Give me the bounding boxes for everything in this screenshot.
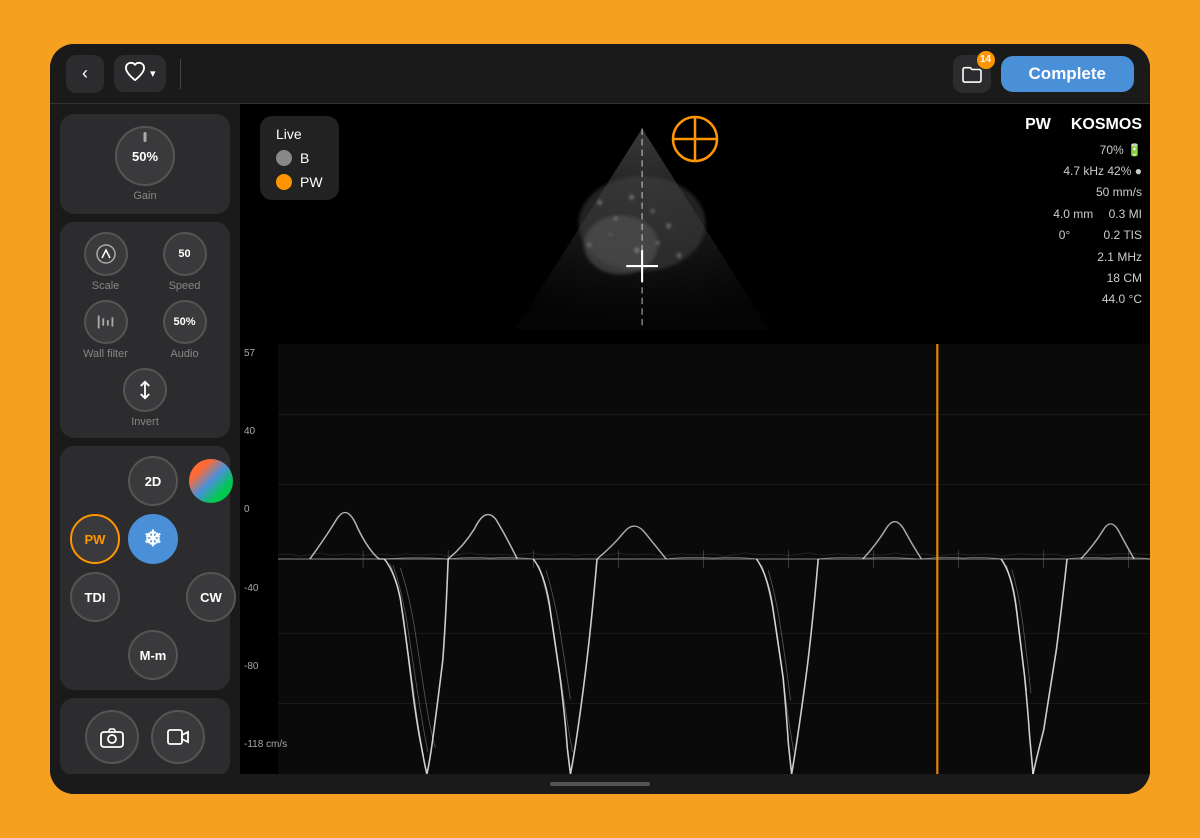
empty-slot2: [189, 517, 233, 561]
y-axis-0: 0: [244, 504, 287, 515]
freq2-value: 2.1: [1097, 250, 1114, 264]
mode-title: PW: [1025, 112, 1051, 138]
invert-label: Invert: [131, 416, 159, 428]
speed-label: Speed: [169, 280, 201, 292]
heart-icon: [124, 61, 146, 86]
invert-control: Invert: [70, 368, 220, 428]
b-radio-dot: [276, 150, 292, 166]
b-mode-label: B: [300, 150, 309, 166]
sidebar: 50% Gain Scale 50 Speed: [50, 104, 240, 774]
freq-value: 4.7: [1063, 164, 1080, 178]
tis-label: TIS: [1123, 228, 1142, 242]
y-axis-40: 40: [244, 426, 287, 437]
y-axis-57: 57: [244, 348, 287, 359]
speed-unit: mm/s: [1113, 185, 1142, 199]
thermal-icon: ●: [1135, 164, 1142, 178]
device-frame: ‹ ▾ 14 Complete 50% Gain: [50, 44, 1150, 794]
y-axis-neg80: -80: [244, 661, 287, 672]
back-button[interactable]: ‹: [66, 55, 104, 93]
wall-filter-label: Wall filter: [83, 348, 128, 360]
home-indicator: [550, 782, 650, 786]
temp-value: 44.0: [1102, 292, 1125, 306]
header: ‹ ▾ 14 Complete: [50, 44, 1150, 104]
device-title: KOSMOS: [1071, 112, 1142, 138]
empty-slot3: [131, 575, 175, 619]
folder-button[interactable]: 14: [953, 55, 991, 93]
mode-panel: 2D PW ❄ TDI CW M-m: [60, 446, 230, 690]
chevron-down-icon: ▾: [150, 67, 156, 80]
doppler-area: 57 40 0 -40 -80 -118 cm/s: [240, 344, 1150, 774]
gain-dial[interactable]: 50%: [115, 126, 175, 186]
gain-label: Gain: [133, 190, 156, 202]
record-button[interactable]: [151, 710, 205, 764]
freq-unit: kHz: [1083, 164, 1104, 178]
color-mode-button[interactable]: [189, 459, 233, 503]
mode-selector-button[interactable]: ▾: [114, 55, 166, 92]
b-mode-radio[interactable]: B: [276, 150, 323, 166]
info-panel: PW KOSMOS 70% 🔋 4.7 kHz 42% ●: [1025, 112, 1142, 310]
pw-mode-label: PW: [300, 174, 323, 190]
freeze-button[interactable]: ❄: [128, 514, 178, 564]
pw-mode-radio[interactable]: PW: [276, 174, 323, 190]
pw-mode-button[interactable]: PW: [70, 514, 120, 564]
live-indicator: Live B PW: [260, 116, 339, 200]
action-panel: [60, 698, 230, 774]
controls-panel: Scale 50 Speed Wall filter: [60, 222, 230, 438]
mi-label: MI: [1129, 207, 1142, 221]
tdi-mode-button[interactable]: TDI: [70, 572, 120, 622]
empty-slot: [70, 456, 120, 506]
speed-dial[interactable]: 50: [163, 232, 207, 276]
header-divider: [180, 59, 181, 89]
camera-button[interactable]: [85, 710, 139, 764]
wall-filter-control: Wall filter: [70, 300, 141, 360]
notification-badge: 14: [977, 51, 995, 69]
live-label: Live: [276, 126, 323, 142]
scale-control: Scale: [70, 232, 141, 292]
tis-value: 0.2: [1104, 228, 1121, 242]
temp-unit: °C: [1129, 292, 1142, 306]
angle-value: 0°: [1059, 228, 1070, 242]
depth-value: 4.0: [1053, 207, 1070, 221]
cw-mode-button[interactable]: CW: [186, 572, 236, 622]
freq2-unit: MHz: [1117, 250, 1142, 264]
kosmos-logo: [665, 114, 725, 169]
doppler-waveform: [278, 344, 1150, 774]
cm-value: 18: [1107, 271, 1120, 285]
gain-panel: 50% Gain: [60, 114, 230, 214]
speed-control: 50 Speed: [149, 232, 220, 292]
battery-icon: 🔋: [1127, 143, 1142, 157]
mi-value: 0.3: [1109, 207, 1126, 221]
wall-filter-dial[interactable]: [84, 300, 128, 344]
pw-radio-dot: [276, 174, 292, 190]
y-axis-neg118: -118 cm/s: [244, 739, 287, 750]
main-content: 50% Gain Scale 50 Speed: [50, 104, 1150, 774]
ultrasound-display[interactable]: Live B PW: [240, 104, 1150, 774]
audio-dial[interactable]: 50%: [163, 300, 207, 344]
y-axis-neg40: -40: [244, 583, 287, 594]
complete-button[interactable]: Complete: [1001, 56, 1134, 92]
thermal-pct: 42%: [1107, 164, 1131, 178]
audio-label: Audio: [170, 348, 198, 360]
scale-label: Scale: [92, 280, 120, 292]
cm-unit: CM: [1123, 271, 1142, 285]
bottom-bar: [50, 774, 1150, 794]
mm-mode-button[interactable]: M-m: [128, 630, 178, 680]
2d-mode-button[interactable]: 2D: [128, 456, 178, 506]
speed-value: 50: [1096, 185, 1109, 199]
depth-unit: mm: [1073, 207, 1093, 221]
invert-button[interactable]: [123, 368, 167, 412]
battery-pct: 70%: [1100, 143, 1124, 157]
scale-dial[interactable]: [84, 232, 128, 276]
audio-control: 50% Audio: [149, 300, 220, 360]
